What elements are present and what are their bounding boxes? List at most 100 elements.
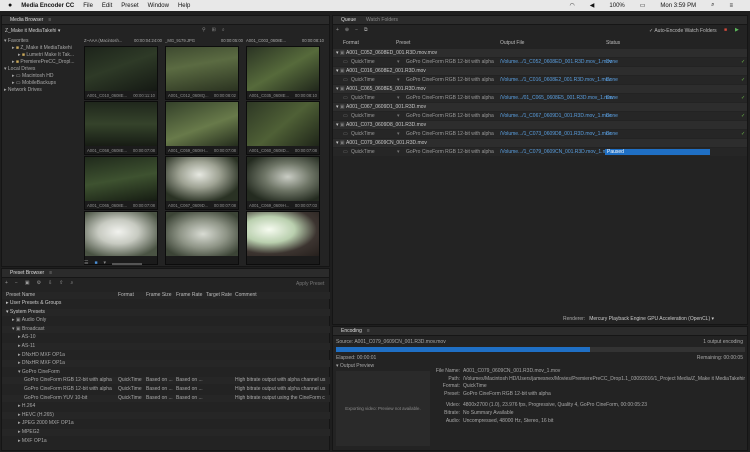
dropdown-icon[interactable]: ▾ [397, 131, 400, 137]
zoom-slider[interactable] [112, 263, 143, 265]
output-file-link[interactable]: /Volume.../01_C065_0608E5_001.R3D.mov_1.… [500, 95, 614, 101]
tree-item[interactable]: ▸ ▭ Macintosh HD [4, 73, 82, 80]
queue-source-row[interactable]: ▾ ▣ A001_C052_0608ED_001.R3D.mov.mov [333, 49, 747, 57]
expand-icon[interactable]: ▾ [18, 369, 21, 375]
output-file-link[interactable]: /Volume.../1_C073_0609D8_001.R3D.mov_1.m… [500, 131, 611, 137]
preset-group-row[interactable]: ▸ AS-10 [2, 334, 330, 341]
col-frame-rate[interactable]: Frame Rate [176, 292, 202, 298]
view-icon[interactable]: ⊞ [212, 27, 216, 36]
media-thumbnail[interactable]: A001_C065_0608E... 00:00:07:08 [84, 156, 158, 210]
preset-group-row[interactable]: ▸ MPEG2 [2, 429, 330, 436]
expand-icon[interactable]: ▸ [18, 403, 21, 409]
media-thumbnail[interactable]: A001_C058_0608E... 00:00:07:08 [84, 101, 158, 155]
add-source-icon[interactable]: + [336, 27, 339, 36]
preset-group-row[interactable]: ▾ GoPro CineForm [2, 369, 330, 376]
apply-preset-button[interactable]: Apply Preset [296, 281, 324, 287]
expand-icon[interactable]: ▸ [18, 429, 21, 435]
tab-watch-folders[interactable]: Watch Folders [361, 16, 403, 25]
menu-list-icon[interactable]: ≡ [729, 3, 733, 9]
expand-icon[interactable]: ▾ [336, 68, 339, 74]
panel-menu-icon[interactable]: ≡ [48, 17, 51, 23]
menu-preset[interactable]: Preset [121, 3, 138, 9]
preset-group-row[interactable]: ▾ ▣ Broadcast [2, 325, 330, 333]
queue-output-row[interactable]: ▭ QuickTime ▾ GoPro CineForm RGB 12-bit … [333, 94, 747, 102]
output-file-link[interactable]: /Volume.../1_C067_0609D1_001.R3D.mov_1.m… [500, 113, 611, 119]
wifi-icon[interactable]: ◠ [570, 2, 575, 9]
expand-icon[interactable]: ▸ [18, 352, 21, 358]
tree-local-drives[interactable]: ▾ Local Drives [4, 66, 82, 73]
col-preset-name[interactable]: Preset Name [6, 292, 35, 298]
tree-network-drives[interactable]: ▸ Network Drives [4, 87, 82, 94]
tree-item[interactable]: ▸ ■ PremierePreCC_Dropl... [4, 59, 82, 66]
expand-icon[interactable]: ▸ [6, 300, 9, 306]
expand-icon[interactable]: ▸ [18, 360, 21, 366]
app-menu[interactable]: Media Encoder CC [21, 3, 74, 9]
expand-icon[interactable]: ▾ [336, 104, 339, 110]
preset-group-row[interactable]: ▸ User Presets & Groups [2, 300, 330, 307]
media-thumbnail[interactable] [246, 211, 320, 265]
remove-icon[interactable]: − [355, 27, 358, 36]
output-preview-toggle[interactable]: ▾ Output Preview [336, 363, 374, 369]
expand-icon[interactable]: ▾ [336, 86, 339, 92]
filter-icon[interactable]: ⚲ [202, 27, 206, 36]
col-status[interactable]: Status [606, 40, 620, 46]
format-select[interactable]: QuickTime [351, 95, 375, 101]
preset-group-row[interactable]: ▸ H.264 [2, 403, 330, 410]
col-format[interactable]: Format [118, 292, 134, 298]
tab-media-browser[interactable]: Media Browser [5, 16, 48, 25]
expand-icon[interactable]: ▸ [18, 412, 21, 418]
expand-icon[interactable]: ▸ [18, 438, 21, 444]
format-select[interactable]: QuickTime [351, 113, 375, 119]
media-thumbnail[interactable]: A001_C010_0608E... 00:00:11:10 [84, 46, 158, 100]
queue-source-row[interactable]: ▾ ▣ A001_C073_0609D8_001.R3D.mov [333, 121, 747, 129]
preset-select[interactable]: GoPro CineForm RGB 12-bit with alpha [406, 59, 494, 65]
media-thumbnail[interactable]: A001_C059_0608H... 00:00:07:08 [165, 101, 239, 155]
preset-group-row[interactable]: ▸ HEVC (H.265) [2, 411, 330, 419]
col-preset[interactable]: Preset [396, 40, 410, 46]
duplicate-icon[interactable]: ⧉ [364, 27, 368, 36]
clock[interactable]: Mon 3:59 PM [660, 3, 696, 9]
expand-icon[interactable]: ▸ [18, 343, 21, 349]
preset-group-row[interactable]: ▸ DNxHR MXF OP1a [2, 360, 330, 368]
media-thumbnail[interactable]: A001_C069_0609H... 00:00:07:03 [246, 156, 320, 210]
add-output-icon[interactable]: ⊕ [345, 27, 349, 36]
media-thumbnail[interactable]: A001_C060_0608D... 00:00:07:08 [246, 101, 320, 155]
tab-queue[interactable]: Queue [336, 16, 361, 25]
format-select[interactable]: QuickTime [351, 59, 375, 65]
settings-icon[interactable]: ⚙ [37, 280, 41, 288]
apple-menu-icon[interactable]: ● [8, 2, 12, 9]
sort-icon[interactable]: ▾ [104, 260, 107, 267]
preset-select[interactable]: GoPro CineForm RGB 12-bit with alpha [406, 95, 494, 101]
preset-group-row[interactable]: ▸ ▣ Audio Only [2, 317, 330, 324]
dropdown-icon[interactable]: ▾ [397, 149, 400, 155]
menu-window[interactable]: Window [148, 3, 169, 9]
preset-group-row[interactable]: ▸ JPEG 2000 MXF OP1a [2, 420, 330, 427]
col-frame-size[interactable]: Frame Size [146, 292, 172, 298]
col-target-rate[interactable]: Target Rate [206, 292, 232, 298]
tab-encoding[interactable]: Encoding [336, 327, 367, 336]
preset-group-row[interactable]: ▾ System Presets [2, 308, 330, 316]
location-dropdown[interactable]: Z_Make it MediaTakehi ▾ [5, 28, 81, 35]
search-icon[interactable]: ⌕ [222, 27, 225, 36]
media-thumbnail[interactable] [84, 211, 158, 265]
media-thumbnail[interactable] [165, 211, 239, 265]
format-select[interactable]: QuickTime [351, 131, 375, 137]
battery-percent[interactable]: 100% [609, 3, 624, 9]
col-comment[interactable]: Comment [235, 292, 257, 298]
dropdown-icon[interactable]: ▾ [397, 77, 400, 83]
expand-icon[interactable]: ▾ [336, 50, 339, 56]
format-select[interactable]: QuickTime [351, 77, 375, 83]
search-icon[interactable]: ⌕ [711, 2, 714, 9]
queue-source-row[interactable]: ▾ ▣ A001_C079_0609CN_001.R3D.mov [333, 139, 747, 147]
dropdown-icon[interactable]: ▾ [397, 113, 400, 119]
queue-source-row[interactable]: ▾ ▣ A001_C065_0608E5_001.R3D.mov [333, 85, 747, 93]
expand-icon[interactable]: ▸ [18, 334, 21, 340]
queue-source-row[interactable]: ▾ ▣ A001_C016_0608E2_001.R3D.mov [333, 67, 747, 75]
preset-group-row[interactable]: ▸ MXF OP1a [2, 438, 330, 445]
dropdown-icon[interactable]: ▾ [397, 95, 400, 101]
add-preset-icon[interactable]: + [5, 280, 8, 288]
preset-select[interactable]: GoPro CineForm RGB 12-bit with alpha [406, 77, 494, 83]
tree-item[interactable]: ▸ ▭ MobileBackups [4, 80, 82, 87]
preset-select[interactable]: GoPro CineForm RGB 12-bit with alpha [406, 149, 494, 155]
expand-icon[interactable]: ▾ [336, 140, 339, 146]
